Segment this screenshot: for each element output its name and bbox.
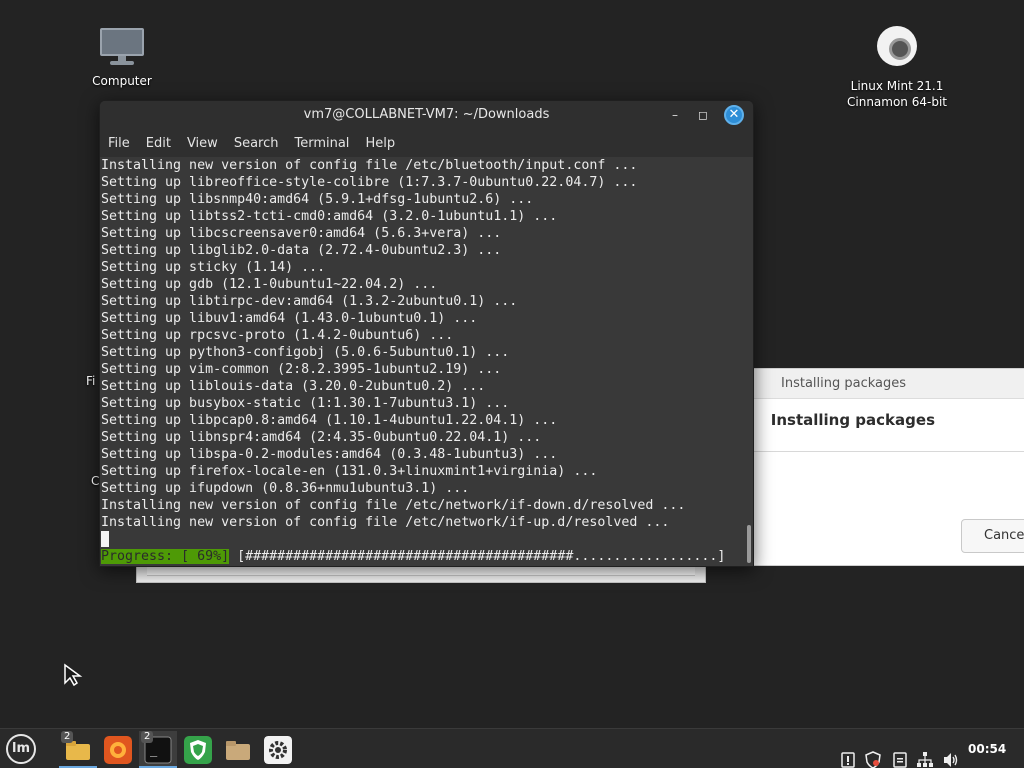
dialog-heading: Installing packages (770, 411, 935, 429)
terminal-line: Installing new version of config file /e… (101, 515, 670, 530)
taskbar-files[interactable]: 2 (59, 731, 97, 768)
terminal-line: Setting up python3-configobj (5.0.6-5ubu… (101, 345, 510, 360)
terminal-line: Setting up libtss2-tcti-cmd0:amd64 (3.2.… (101, 209, 558, 224)
computer-icon (100, 26, 144, 70)
mint-logo-icon[interactable]: lm (6, 734, 36, 764)
terminal-line: Setting up sticky (1.14) ... (101, 260, 326, 275)
terminal-line: Installing new version of config file /e… (101, 498, 686, 513)
taskbar: lm 2 _ 2 00:54 (0, 728, 1024, 768)
text-cursor (101, 531, 109, 547)
disc-icon (877, 26, 917, 66)
terminal-line: Setting up libsnmp40:amd64 (5.9.1+dfsg-1… (101, 192, 534, 207)
menu-file[interactable]: File (108, 136, 130, 151)
progress-label: Progress: [ 69%] (101, 549, 230, 564)
files-badge: 2 (61, 731, 74, 743)
terminal-scrollbar[interactable] (747, 525, 751, 563)
terminal-line: Setting up libuv1:amd64 (1.43.0-1ubuntu0… (101, 311, 478, 326)
terminal-line: Setting up liblouis-data (3.20.0-2ubuntu… (101, 379, 486, 394)
computer-label: Computer (92, 74, 152, 88)
clipboard-icon[interactable] (892, 740, 908, 768)
terminal-cursor-line (101, 531, 753, 548)
dialog-title: Installing packages (753, 369, 1024, 399)
terminal-line: Setting up libtirpc-dev:amd64 (1.3.2-2ub… (101, 294, 518, 309)
update-manager-icon (184, 736, 212, 764)
close-icon[interactable]: ✕ (724, 105, 744, 125)
menu-view[interactable]: View (187, 136, 218, 151)
taskbar-terminal[interactable]: _ 2 (139, 731, 177, 768)
mouse-pointer-icon (64, 663, 83, 687)
volume-icon[interactable] (942, 740, 960, 768)
terminal-menubar: File Edit View Search Terminal Help (100, 129, 753, 157)
taskbar-firefox[interactable] (99, 731, 137, 767)
clock[interactable]: 00:54 (968, 729, 1006, 768)
progress-bar-text: [#######################################… (229, 549, 726, 564)
notifications-icon[interactable] (840, 740, 856, 768)
disc-label-line1: Linux Mint 21.1 (850, 79, 944, 93)
firefox-icon (104, 736, 132, 764)
terminal-line: Setting up libcscreensaver0:amd64 (5.6.3… (101, 226, 502, 241)
terminal-line: Setting up libreoffice-style-colibre (1:… (101, 175, 638, 190)
terminal-line: Setting up libnspr4:amd64 (2:4.35-0ubunt… (101, 430, 542, 445)
maximize-icon[interactable]: ◻ (693, 105, 713, 125)
taskbar-settings[interactable] (259, 731, 297, 767)
folder-icon (226, 741, 250, 760)
menu-help[interactable]: Help (365, 136, 395, 151)
menu-terminal[interactable]: Terminal (294, 136, 349, 151)
terminal-badge: 2 (141, 731, 154, 743)
taskbar-folder[interactable] (219, 731, 257, 767)
terminal-line: Setting up busybox-static (1:1.30.1-7ubu… (101, 396, 510, 411)
terminal-line: Setting up vim-common (2:8.2.3995-1ubunt… (101, 362, 502, 377)
taskbar-update-manager[interactable] (179, 731, 217, 767)
terminal-line: Setting up gdb (12.1-0ubuntu1~22.04.2) .… (101, 277, 438, 292)
terminal-window[interactable]: vm7@COLLABNET-VM7: ~/Downloads – ◻ ✕ Fil… (99, 100, 754, 567)
terminal-line: Setting up firefox-locale-en (131.0.3+li… (101, 464, 598, 479)
disc-desktop-icon[interactable]: Linux Mint 21.1 Cinnamon 64-bit (842, 22, 952, 110)
terminal-line: Setting up ifupdown (0.8.36+nmu1ubuntu3.… (101, 481, 470, 496)
cancel-button[interactable]: Cancel (961, 519, 1024, 553)
minimize-icon[interactable]: – (665, 105, 685, 125)
progress-line: Progress: [ 69%] [######################… (101, 548, 753, 565)
terminal-line: Installing new version of config file /e… (101, 158, 638, 173)
menu-search[interactable]: Search (234, 136, 279, 151)
terminal-line: Setting up libglib2.0-data (2.72.4-0ubun… (101, 243, 502, 258)
terminal-titlebar[interactable]: vm7@COLLABNET-VM7: ~/Downloads – ◻ ✕ (100, 101, 753, 129)
shield-icon[interactable] (864, 740, 882, 768)
settings-icon (264, 736, 292, 764)
computer-desktop-icon[interactable]: Computer (67, 22, 177, 92)
installing-packages-dialog[interactable]: Installing packages Installing packages … (752, 368, 1024, 566)
terminal-output[interactable]: Installing new version of config file /e… (100, 157, 753, 566)
terminal-line: Setting up rpcsvc-proto (1.4.2-0ubuntu6)… (101, 328, 454, 343)
disc-label-line2: Cinnamon 64-bit (847, 95, 947, 109)
network-icon[interactable] (916, 740, 934, 768)
terminal-line: Setting up libspa-0.2-modules:amd64 (0.3… (101, 447, 558, 462)
svg-text:_: _ (150, 743, 158, 757)
partial-desktop-label-1: Fi (86, 374, 96, 388)
dialog-divider (753, 451, 1024, 452)
terminal-line: Setting up libpcap0.8:amd64 (1.10.1-4ubu… (101, 413, 558, 428)
menu-edit[interactable]: Edit (146, 136, 171, 151)
terminal-title: vm7@COLLABNET-VM7: ~/Downloads (303, 107, 550, 122)
